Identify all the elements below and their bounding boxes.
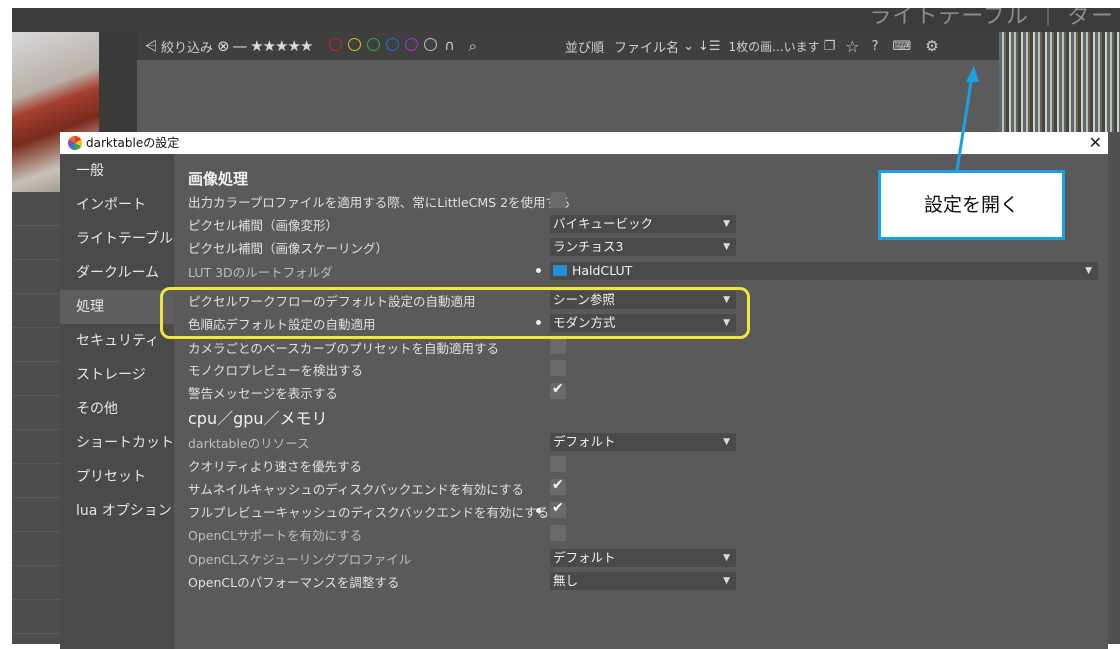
thumbnail-cache-checkbox[interactable] xyxy=(550,477,566,495)
speed-over-quality-checkbox[interactable] xyxy=(550,456,566,472)
setting-label: ピクセル補間（画像変形） xyxy=(188,218,339,233)
dropdown-arrow-icon: ▼ xyxy=(723,242,730,252)
search-icon[interactable]: ⌕ xyxy=(469,37,477,55)
littlecms-checkbox[interactable] xyxy=(550,192,566,208)
setting-label: OpenCLのパフォーマンスを調整する xyxy=(188,575,400,590)
sidebar-item-misc[interactable]: その他 xyxy=(60,392,174,426)
setting-label: クオリティより速さを優先する xyxy=(188,459,363,474)
sidebar-item-import[interactable]: インポート xyxy=(60,188,174,222)
fullpreview-cache-checkbox[interactable] xyxy=(550,500,566,518)
select-value: ランチョス3 xyxy=(553,239,624,254)
section-title-image-processing: 画像処理 xyxy=(188,170,249,188)
setting-label: ピクセル補間（画像スケーリング） xyxy=(188,241,389,256)
panel-gap xyxy=(99,32,137,132)
setting-label: フルプレビューキャッシュのディスクバックエンドを有効にする xyxy=(188,505,550,520)
star-icon[interactable]: ☆ xyxy=(845,37,859,56)
opencl-checkbox[interactable] xyxy=(550,525,566,541)
filter-label[interactable]: 絞り込み xyxy=(161,37,213,56)
and-or-icon[interactable]: ∩ xyxy=(444,38,454,54)
lighttable-center xyxy=(137,60,999,132)
view-tabs[interactable]: ライトテーブル ｜ ダー xyxy=(869,8,1114,30)
dropdown-arrow-icon: ▼ xyxy=(723,219,730,229)
setting-label: OpenCLスケジューリングプロファイル xyxy=(188,552,412,567)
gear-icon[interactable]: ⚙ xyxy=(925,37,938,55)
basecurve-checkbox[interactable] xyxy=(550,338,566,354)
select-value: デフォルト xyxy=(553,434,616,449)
folder-icon xyxy=(553,265,567,276)
image-count: 1枚の画...います xyxy=(728,39,820,54)
resources-select[interactable]: デフォルト ▼ xyxy=(550,433,736,451)
opencl-scheduling-select[interactable]: デフォルト ▼ xyxy=(550,549,736,567)
modified-indicator xyxy=(536,268,541,273)
top-bar: ライトテーブル ｜ ダー xyxy=(12,8,1120,32)
red-label-icon[interactable] xyxy=(329,37,343,51)
modified-indicator xyxy=(536,508,541,513)
dropdown-arrow-icon: ▼ xyxy=(723,437,730,447)
dropdown-arrow-icon: ▼ xyxy=(1085,266,1092,276)
interpolation-warp-select[interactable]: バイキュービック ▼ xyxy=(550,215,736,233)
help-icon[interactable]: ? xyxy=(872,39,879,54)
window-icon[interactable]: ❐ xyxy=(824,39,836,54)
rating-filter[interactable]: ⊗ — ★★★★★ xyxy=(217,37,313,55)
yellow-label-icon[interactable] xyxy=(348,37,362,51)
right-thumbnail[interactable] xyxy=(999,32,1120,132)
setting-label: 警告メッセージを表示する xyxy=(188,386,338,401)
sidebar-item-general[interactable]: 一般 xyxy=(60,154,174,188)
sidebar-item-storage[interactable]: ストレージ xyxy=(60,358,174,392)
monochrome-checkbox[interactable] xyxy=(550,360,566,376)
blue-label-icon[interactable] xyxy=(386,37,400,51)
highlight-box xyxy=(160,287,750,339)
gray-label-icon[interactable] xyxy=(424,37,438,51)
dropdown-arrow-icon: ▼ xyxy=(723,576,730,586)
sort-order-icon[interactable]: ↓☰ xyxy=(698,39,721,54)
filter-toolbar: ⩤ 絞り込み ⊗ — ★★★★★ ∩ ⌕ 並び順 ファイル名 ⌄ ↓☰ 1枚の画… xyxy=(137,32,999,60)
sidebar-item-presets[interactable]: プリセット xyxy=(60,460,174,494)
setting-label: サムネイルキャッシュのディスクバックエンドを有効にする xyxy=(188,482,524,497)
opencl-tuning-select[interactable]: 無し ▼ xyxy=(550,572,736,590)
dialog-title: darktableの設定 xyxy=(86,136,180,150)
sidebar-item-processing[interactable]: 処理 xyxy=(60,290,174,324)
left-panel xyxy=(12,192,60,644)
dialog-titlebar: darktableの設定 ✕ xyxy=(60,132,1108,154)
select-value: デフォルト xyxy=(553,550,616,565)
setting-label: カメラごとのベースカーブのプリセットを自動適用する xyxy=(188,341,500,356)
close-icon[interactable]: ✕ xyxy=(1089,132,1102,154)
lut3d-folder-select[interactable]: HaldCLUT ▼ xyxy=(550,262,1098,280)
keyboard-icon[interactable]: ⌨ xyxy=(893,39,912,54)
preferences-sidebar: 一般 インポート ライトテーブル ダークルーム 処理 セキュリティ ストレージ … xyxy=(60,154,174,649)
folder-value: HaldCLUT xyxy=(572,263,633,278)
sidebar-item-lua[interactable]: lua オプション xyxy=(60,494,174,528)
sort-select[interactable]: ファイル名 xyxy=(614,37,679,56)
color-label-filter[interactable] xyxy=(326,37,440,55)
sidebar-item-shortcuts[interactable]: ショートカット xyxy=(60,426,174,460)
filter-icon[interactable]: ⩤ xyxy=(145,37,157,55)
chevron-down-icon[interactable]: ⌄ xyxy=(683,39,694,54)
setting-label: モノクロプレビューを検出する xyxy=(188,363,364,378)
setting-label: 出力カラープロファイルを適用する際、常にLittleCMS 2を使用する xyxy=(188,195,571,210)
sort-label: 並び順 xyxy=(565,40,605,56)
warnings-checkbox[interactable] xyxy=(550,381,566,399)
green-label-icon[interactable] xyxy=(367,37,381,51)
sidebar-item-darkroom[interactable]: ダークルーム xyxy=(60,256,174,290)
dropdown-arrow-icon: ▼ xyxy=(723,553,730,563)
setting-label: darktableのリソース xyxy=(188,436,310,451)
sidebar-item-lighttable[interactable]: ライトテーブル xyxy=(60,222,174,256)
sidebar-item-security[interactable]: セキュリティ xyxy=(60,324,174,358)
callout-box: 設定を開く xyxy=(878,170,1065,240)
select-value: バイキュービック xyxy=(553,216,654,231)
darktable-logo-icon xyxy=(68,136,82,150)
setting-label: OpenCLサポートを有効にする xyxy=(188,528,363,543)
setting-label: LUT 3Dのルートフォルダ xyxy=(188,265,333,280)
section-title-cpu-gpu-memory: cpu／gpu／メモリ xyxy=(188,409,328,428)
select-value: 無し xyxy=(553,573,579,588)
interpolation-scaling-select[interactable]: ランチョス3 ▼ xyxy=(550,238,736,256)
purple-label-icon[interactable] xyxy=(405,37,419,51)
